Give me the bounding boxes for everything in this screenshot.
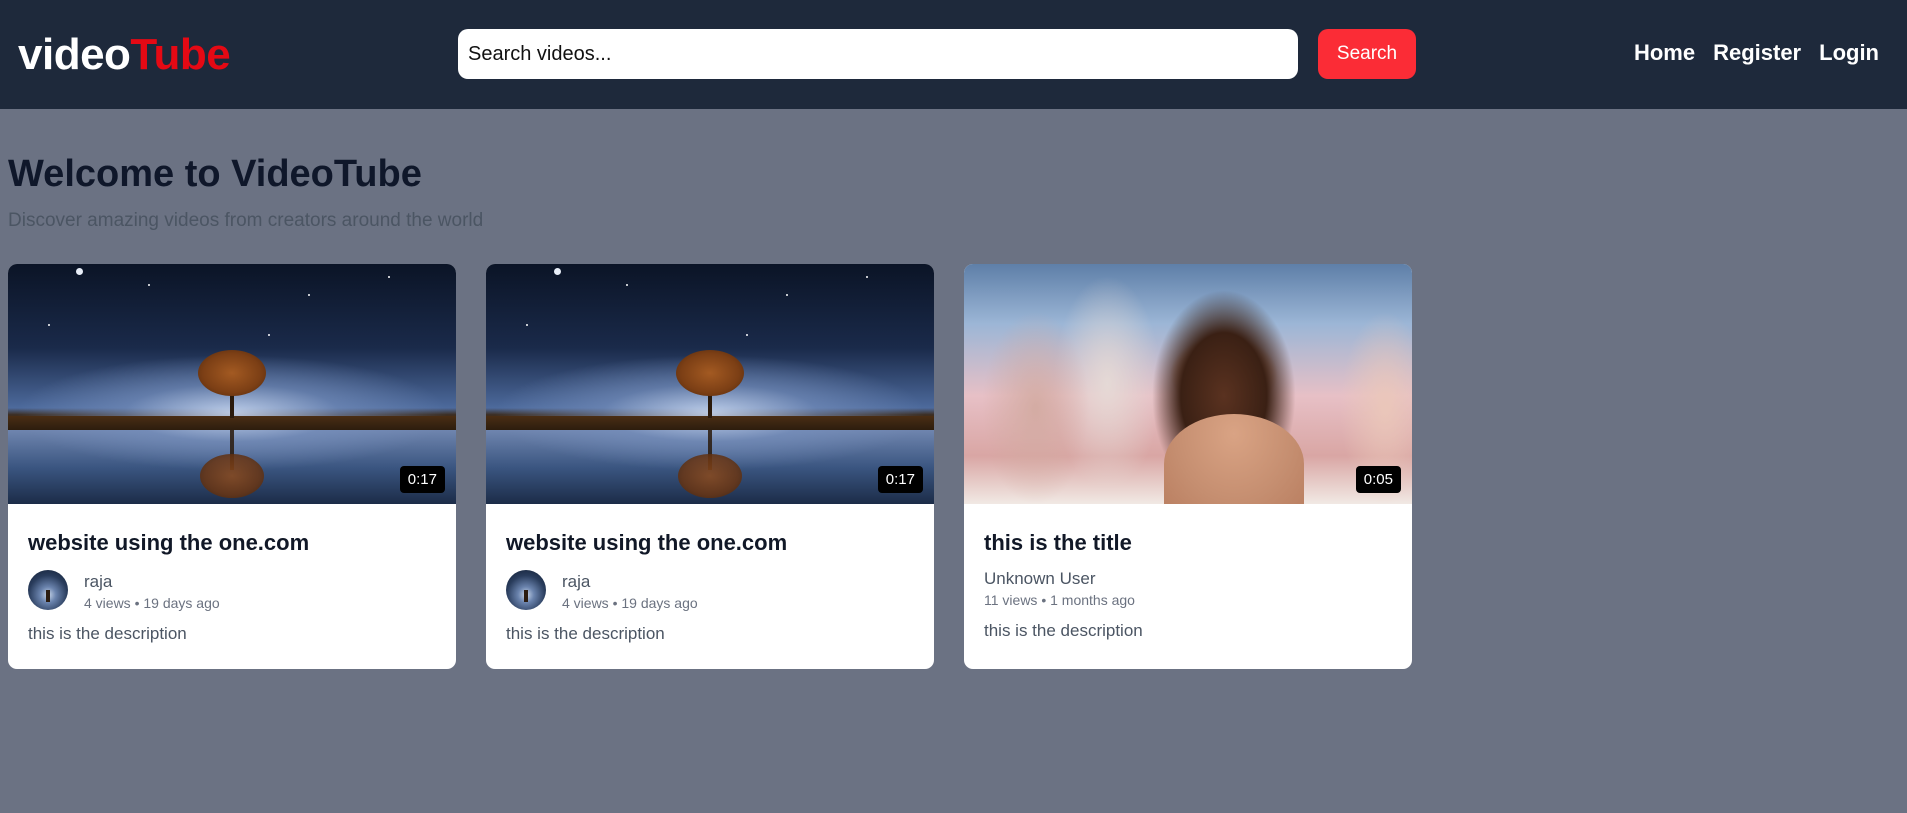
shoreline-shape <box>486 416 934 430</box>
search-input[interactable] <box>458 29 1298 79</box>
star-shape <box>746 334 748 336</box>
star-shape <box>866 276 868 278</box>
video-description: this is the description <box>984 621 1143 640</box>
search-button[interactable]: Search <box>1318 29 1416 79</box>
channel-avatar[interactable] <box>28 570 68 610</box>
nav-home-link[interactable]: Home <box>1634 40 1695 66</box>
tree-crown-shape <box>676 350 744 396</box>
top-navbar: videoTube Search Home Register Login <box>0 0 1907 109</box>
card-body: this is the title Unknown User 11 views … <box>964 504 1412 641</box>
logo-text-video: video <box>18 29 131 79</box>
video-thumbnail[interactable]: 0:17 <box>486 264 934 504</box>
video-thumbnail[interactable]: 0:05 <box>964 264 1412 504</box>
duration-badge: 0:17 <box>399 466 445 493</box>
video-stats: 4 views • 19 days ago <box>84 595 220 611</box>
moon-shape <box>554 268 561 275</box>
video-meta: raja 4 views • 19 days ago <box>506 570 914 610</box>
tree-reflection-crown-shape <box>200 454 264 498</box>
video-stats: 11 views • 1 months ago <box>984 592 1135 608</box>
main-content: Welcome to VideoTube Discover amazing vi… <box>0 109 1907 669</box>
video-meta: raja 4 views • 19 days ago <box>28 570 436 610</box>
star-shape <box>388 276 390 278</box>
video-title[interactable]: website using the one.com <box>28 530 436 556</box>
star-shape <box>626 284 628 286</box>
video-title[interactable]: this is the title <box>984 530 1392 556</box>
shoreline-shape <box>8 416 456 430</box>
star-shape <box>526 324 528 326</box>
moon-shape <box>76 268 83 275</box>
video-title[interactable]: website using the one.com <box>506 530 914 556</box>
video-thumbnail[interactable]: 0:17 <box>8 264 456 504</box>
channel-name[interactable]: raja <box>562 573 698 590</box>
site-logo[interactable]: videoTube <box>18 30 458 80</box>
card-body: website using the one.com raja 4 views •… <box>486 504 934 644</box>
video-meta: Unknown User 11 views • 1 months ago <box>984 570 1392 607</box>
video-card[interactable]: 0:17 website using the one.com raja 4 vi… <box>8 264 456 669</box>
main-nav: Home Register Login <box>1634 40 1879 66</box>
logo-text-tube: Tube <box>130 29 231 79</box>
meta-text: raja 4 views • 19 days ago <box>84 570 220 610</box>
video-card[interactable]: 0:05 this is the title Unknown User 11 v… <box>964 264 1412 669</box>
card-body: website using the one.com raja 4 views •… <box>8 504 456 644</box>
channel-avatar[interactable] <box>506 570 546 610</box>
page-title: Welcome to VideoTube <box>8 153 422 195</box>
duration-badge: 0:17 <box>877 466 923 493</box>
channel-name[interactable]: Unknown User <box>984 570 1135 587</box>
duration-badge: 0:05 <box>1355 466 1401 493</box>
video-description: this is the description <box>506 624 665 643</box>
search-bar: Search <box>458 29 1416 79</box>
meta-text: Unknown User 11 views • 1 months ago <box>984 570 1135 607</box>
nav-register-link[interactable]: Register <box>1713 40 1801 66</box>
video-grid: 0:17 website using the one.com raja 4 vi… <box>8 264 1899 669</box>
portrait-figure-shape <box>1164 414 1304 504</box>
nav-login-link[interactable]: Login <box>1819 40 1879 66</box>
star-shape <box>308 294 310 296</box>
page-subtitle: Discover amazing videos from creators ar… <box>8 210 484 231</box>
video-stats: 4 views • 19 days ago <box>562 595 698 611</box>
star-shape <box>48 324 50 326</box>
meta-text: raja 4 views • 19 days ago <box>562 570 698 610</box>
star-shape <box>148 284 150 286</box>
tree-reflection-crown-shape <box>678 454 742 498</box>
star-shape <box>268 334 270 336</box>
tree-crown-shape <box>198 350 266 396</box>
video-description: this is the description <box>28 624 187 643</box>
star-shape <box>786 294 788 296</box>
video-card[interactable]: 0:17 website using the one.com raja 4 vi… <box>486 264 934 669</box>
channel-name[interactable]: raja <box>84 573 220 590</box>
